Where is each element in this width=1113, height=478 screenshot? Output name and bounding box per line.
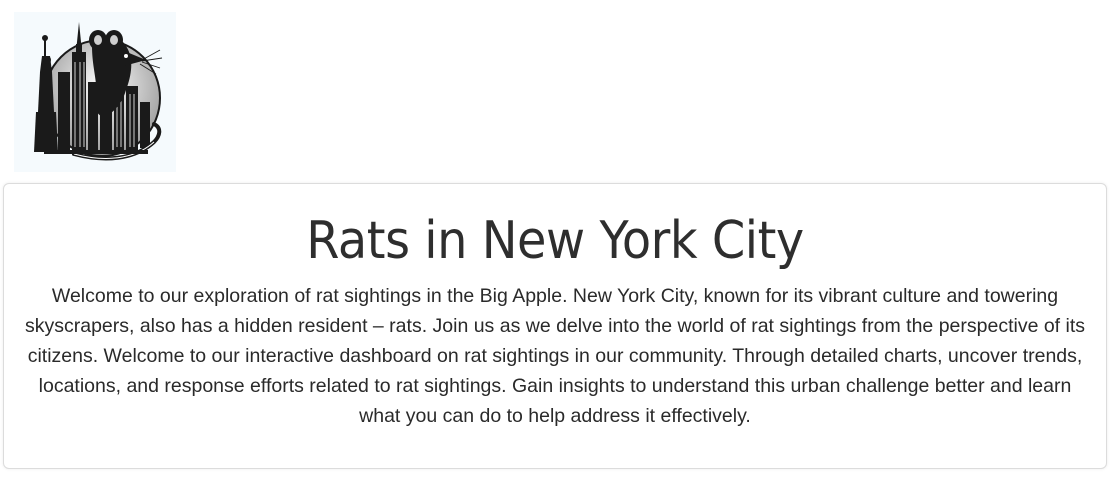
page-intro-text: Welcome to our exploration of rat sighti… (24, 285, 1086, 427)
page-title: Rats in New York City (306, 211, 804, 271)
rat-skyline-logo-icon (34, 22, 163, 161)
intro-card: Rats in New York City Welcome to our exp… (3, 183, 1107, 469)
site-logo[interactable] (14, 12, 176, 172)
